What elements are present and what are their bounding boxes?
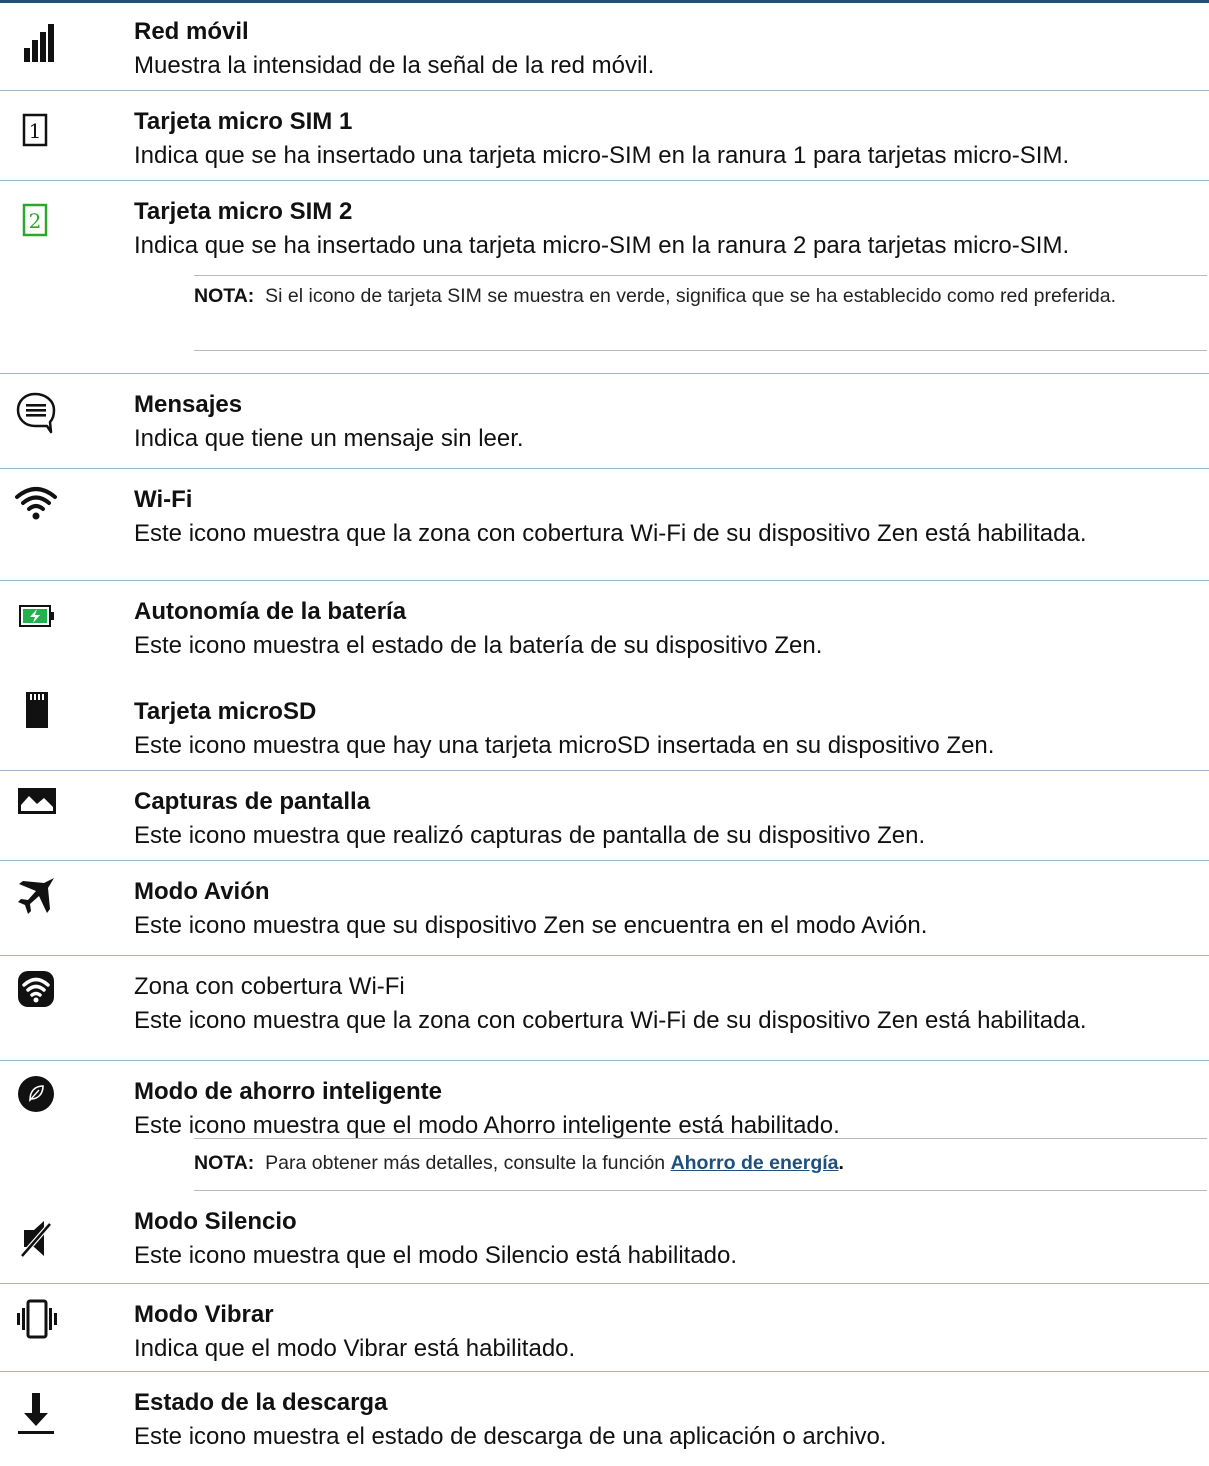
item-avion: Modo Avión Este icono muestra que su dis… [0,860,1209,955]
item-capturas: Capturas de pantalla Este icono muestra … [0,770,1209,860]
item-description: Este icono muestra que la zona con cober… [134,1007,1087,1034]
microsd-card-icon [14,688,60,734]
note-saving: NOTA: Para obtener más detalles, consult… [194,1147,1204,1179]
item-sim1: 1 Tarjeta micro SIM 1 Indica que se ha i… [0,90,1209,180]
item-microsd: Tarjeta microSD Este icono muestra que h… [0,680,1209,770]
svg-text:1: 1 [29,119,42,143]
silent-mode-icon [14,1218,60,1264]
note-label: NOTA: [194,285,255,307]
item-descarga: Estado de la descarga Este icono muestra… [0,1371,1209,1466]
signal-bars-icon [14,22,60,68]
item-title: Tarjeta microSD [134,698,317,725]
item-description: Indica que se ha insertado una tarjeta m… [134,142,1070,169]
item-description: Indica que el modo Vibrar está habilitad… [134,1335,576,1362]
note-label: NOTA: [194,1152,255,1174]
item-title: Tarjeta micro SIM 1 [134,108,353,135]
note-bottom-rule [194,350,1207,351]
note-text: Para obtener más detalles, consulte la f… [265,1152,666,1174]
screenshot-image-icon [14,778,60,824]
item-silencio: Modo Silencio Este icono muestra que el … [0,1190,1209,1283]
item-bateria: Autonomía de la batería Este icono muest… [0,580,1209,680]
item-title: Capturas de pantalla [134,788,371,815]
note-period: . [838,1152,844,1174]
note-sim: NOTA: Si el icono de tarjeta SIM se mues… [194,280,1204,312]
item-title: Modo Vibrar [134,1301,274,1328]
item-title: Autonomía de la batería [134,598,407,625]
item-title: Modo de ahorro inteligente [134,1078,443,1105]
item-description: Este icono muestra que el modo Silencio … [134,1242,738,1269]
item-wifi: Wi-Fi Este icono muestra que la zona con… [0,468,1209,580]
sim1-card-icon: 1 [14,110,60,156]
item-title: Modo Avión [134,878,270,905]
item-description: Este icono muestra que el modo Ahorro in… [134,1112,840,1139]
svg-text:2: 2 [29,209,42,233]
item-description: Indica que tiene un mensaje sin leer. [134,425,524,452]
smart-saving-leaf-icon [14,1072,60,1118]
airplane-icon [14,874,60,920]
item-vibrar: Modo Vibrar Indica que el modo Vibrar es… [0,1283,1209,1371]
item-description: Este icono muestra que la zona con cober… [134,520,1087,547]
item-title: Red móvil [134,18,249,45]
item-title: Estado de la descarga [134,1389,388,1416]
item-description: Este icono muestra que su dispositivo Ze… [134,912,928,939]
vibrate-mode-icon [14,1297,60,1343]
note-text: Si el icono de tarjeta SIM se muestra en… [265,285,1117,307]
item-title: Wi-Fi [134,486,193,513]
item-description: Este icono muestra que realizó capturas … [134,822,926,849]
note-top-rule [194,1138,1207,1139]
message-bubble-icon [14,391,60,437]
item-red-movil: Red móvil Muestra la intensidad de la se… [0,0,1209,90]
sim2-card-icon: 2 [14,200,60,246]
item-mensajes: Mensajes Indica que tiene un mensaje sin… [0,373,1209,468]
wifi-hotspot-icon [14,967,60,1013]
item-description: Este icono muestra el estado de la bater… [134,632,823,659]
battery-charging-icon [14,594,60,640]
ahorro-energia-link[interactable]: Ahorro de energía [671,1152,839,1174]
item-title: Mensajes [134,391,243,418]
item-description: Indica que se ha insertado una tarjeta m… [134,232,1070,259]
item-title: Tarjeta micro SIM 2 [134,198,353,225]
document-page: Red móvil Muestra la intensidad de la se… [0,0,1209,1466]
item-description: Este icono muestra que hay una tarjeta m… [134,732,995,759]
item-title: Modo Silencio [134,1208,297,1235]
item-title: Zona con cobertura Wi-Fi [134,973,405,1000]
item-zona-wifi: Zona con cobertura Wi-Fi Este icono mues… [0,955,1209,1060]
download-arrow-icon [14,1391,60,1437]
item-description: Muestra la intensidad de la señal de la … [134,52,655,79]
item-description: Este icono muestra el estado de descarga… [134,1423,887,1450]
item-sim2: 2 Tarjeta micro SIM 2 Indica que se ha i… [0,180,1209,350]
note-top-rule [194,275,1207,276]
wifi-icon [14,482,60,528]
